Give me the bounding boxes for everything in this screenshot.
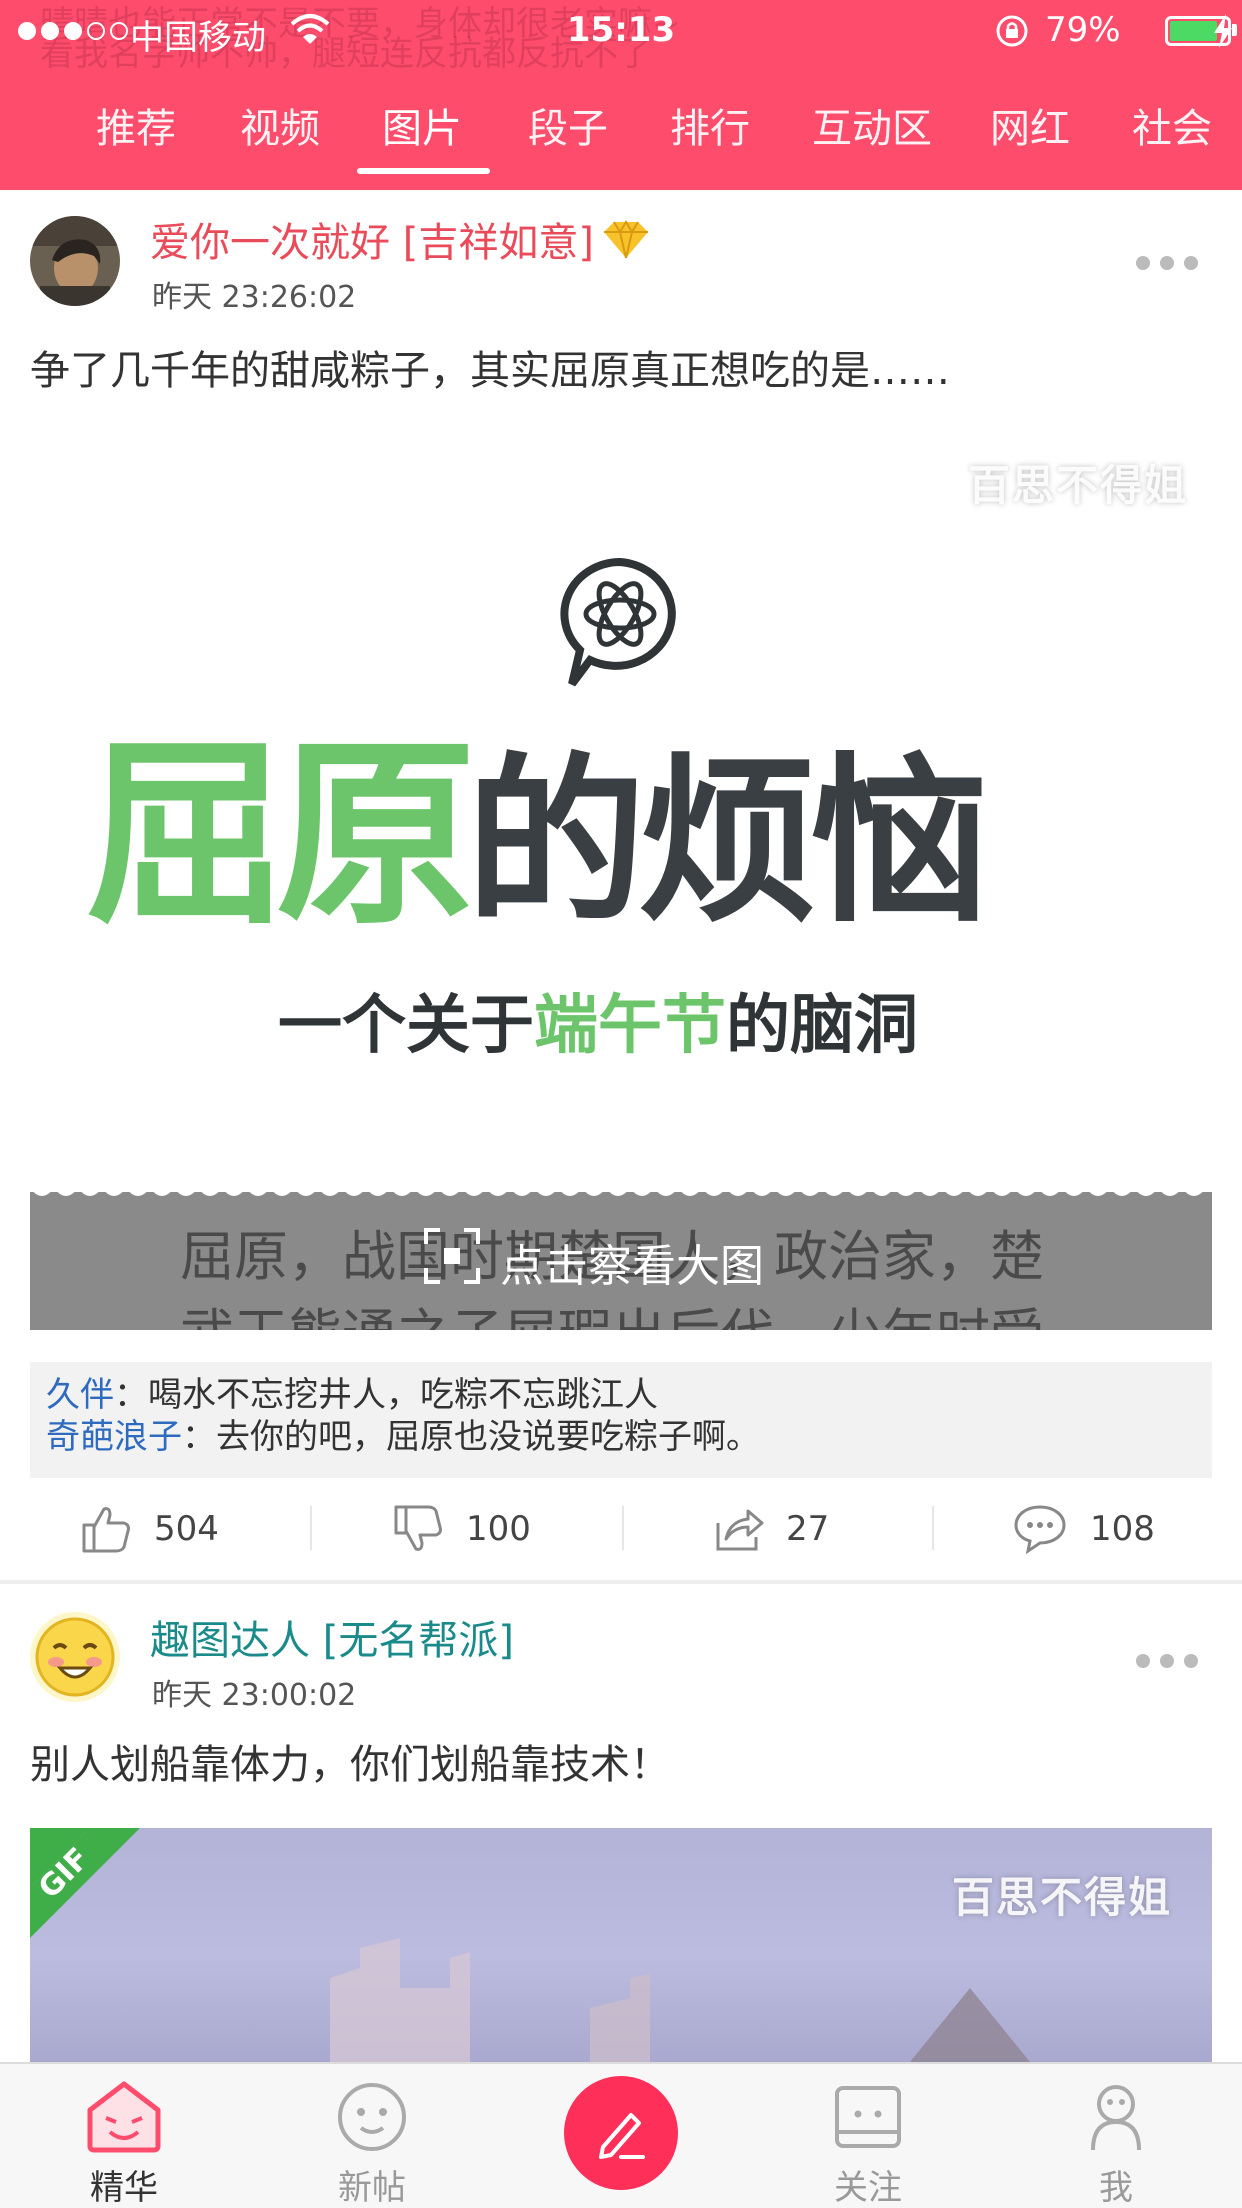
tab-influencers[interactable]: 网红: [990, 96, 1070, 154]
comment-user[interactable]: 奇葩浪子: [46, 1417, 182, 1457]
speech-bubble-atom-icon: [560, 557, 676, 687]
share-button[interactable]: 27: [712, 1484, 829, 1574]
post-card: 爱你一次就好 [吉祥如意] 昨天 23:26:02 争了几千年的甜咸粽子，其实屈…: [0, 190, 1242, 1580]
active-tab-indicator: [357, 168, 490, 174]
dislike-count: 100: [466, 1509, 531, 1549]
thumbs-down-icon: [394, 1505, 442, 1551]
post-text: 别人划船靠体力，你们划船靠技术！: [30, 1742, 670, 1788]
pencil-icon: [599, 2113, 645, 2159]
top-header: 晴晴也能正常不是不要，身体却很老实嘛~ 看我名字帅不帅，腿短连反抗都反抗不了 中…: [0, 0, 1242, 190]
status-bar: 中国移动 15:13 79%: [0, 0, 1242, 62]
battery-percent: 79%: [1045, 10, 1121, 50]
more-options-icon[interactable]: [1136, 1654, 1198, 1668]
image-subtitle: 一个关于端午节的脑洞: [278, 989, 918, 1063]
username[interactable]: 趣图达人 [无名帮派]: [150, 1608, 514, 1666]
rotation-lock-icon: [996, 15, 1028, 47]
avatar[interactable]: [30, 216, 120, 306]
follow-box-icon: [835, 2086, 901, 2148]
image-title-part-2: 的烦恼: [466, 738, 990, 947]
share-count: 27: [786, 1509, 830, 1549]
hot-comments: 久伴：喝水不忘挖井人，吃粽不忘跳江人 奇葩浪子：去你的吧，屈原也没说要吃粽子啊。: [30, 1362, 1212, 1478]
username[interactable]: 爱你一次就好 [吉祥如意]: [150, 210, 594, 268]
tab-ranking[interactable]: 排行: [670, 96, 750, 154]
post-time: 昨天 23:00:02: [152, 1678, 357, 1713]
nav-me[interactable]: 我: [1016, 2064, 1216, 2208]
smiley-face-icon: [338, 2083, 406, 2151]
like-button[interactable]: 504: [80, 1484, 219, 1574]
thumbs-up-icon: [82, 1507, 130, 1553]
nav-label: 新帖: [338, 2168, 406, 2208]
comment-count: 108: [1090, 1509, 1155, 1549]
tab-jokes[interactable]: 段子: [528, 96, 608, 154]
comment-button[interactable]: 108: [1012, 1484, 1155, 1574]
comment-line: 奇葩浪子：去你的吧，屈原也没说要吃粽子啊。: [46, 1417, 760, 1457]
comment-line: 久伴：喝水不忘挖井人，吃粽不忘跳江人: [46, 1375, 658, 1415]
nav-label: 关注: [834, 2168, 902, 2208]
watermark: 百思不得姐: [967, 461, 1188, 510]
create-post-button[interactable]: [564, 2076, 678, 2190]
avatar[interactable]: [30, 1612, 120, 1702]
nav-label: 我: [1099, 2168, 1133, 2208]
post-card: 趣图达人 [无名帮派] 昨天 23:00:02 别人划船靠体力，你们划船靠技术！…: [0, 1584, 1242, 2062]
comment-user[interactable]: 久伴: [46, 1375, 114, 1415]
charging-icon: [1214, 14, 1232, 48]
post-image[interactable]: 百思不得姐 屈原的烦恼 一个关于端午节的脑洞 屈原，战国时期楚国人，政治家，楚 …: [30, 412, 1212, 1330]
person-icon: [1091, 2085, 1141, 2151]
tab-video[interactable]: 视频: [240, 96, 320, 154]
nav-new-posts[interactable]: 新帖: [272, 2064, 472, 2208]
image-preview-strip[interactable]: 屈原，战国时期楚国人，政治家，楚 武王熊通之子屈瑕出后代，少年时受 点击察看大图: [30, 1192, 1212, 1330]
tab-interaction[interactable]: 互动区: [812, 96, 932, 154]
image-title-part-1: 屈原: [86, 719, 476, 952]
post-time: 昨天 23:26:02: [152, 280, 357, 315]
tab-society[interactable]: 社会: [1132, 96, 1212, 154]
preview-text-line-2: 武王熊通之子屈瑕出后代，少年时受: [180, 1290, 1044, 1330]
dislike-button[interactable]: 100: [392, 1484, 531, 1574]
diamond-badge-icon: [604, 220, 648, 259]
nav-featured[interactable]: 精华: [24, 2064, 224, 2208]
post-text: 争了几千年的甜咸粽子，其实屈原真正想吃的是……: [30, 348, 950, 394]
nav-follow[interactable]: 关注: [768, 2064, 968, 2208]
comment-bubble-icon: [1014, 1505, 1066, 1555]
post-gif[interactable]: GIF 百思不得姐: [30, 1828, 1212, 2062]
post-actions: 504 100 27 108: [0, 1484, 1242, 1574]
tab-pictures[interactable]: 图片: [382, 96, 462, 154]
share-icon: [716, 1509, 764, 1551]
category-tabs: 推荐 视频 图片 段子 排行 互动区 网红 社会: [0, 96, 1242, 190]
watermark: 百思不得姐: [951, 1873, 1172, 1922]
view-large-image-label[interactable]: 点击察看大图: [500, 1230, 764, 1294]
like-count: 504: [154, 1509, 219, 1549]
featured-home-icon: [87, 2081, 161, 2153]
more-options-icon[interactable]: [1136, 256, 1198, 270]
tab-recommend[interactable]: 推荐: [96, 96, 176, 154]
expand-icon[interactable]: [422, 1226, 482, 1286]
nav-label: 精华: [90, 2168, 158, 2208]
